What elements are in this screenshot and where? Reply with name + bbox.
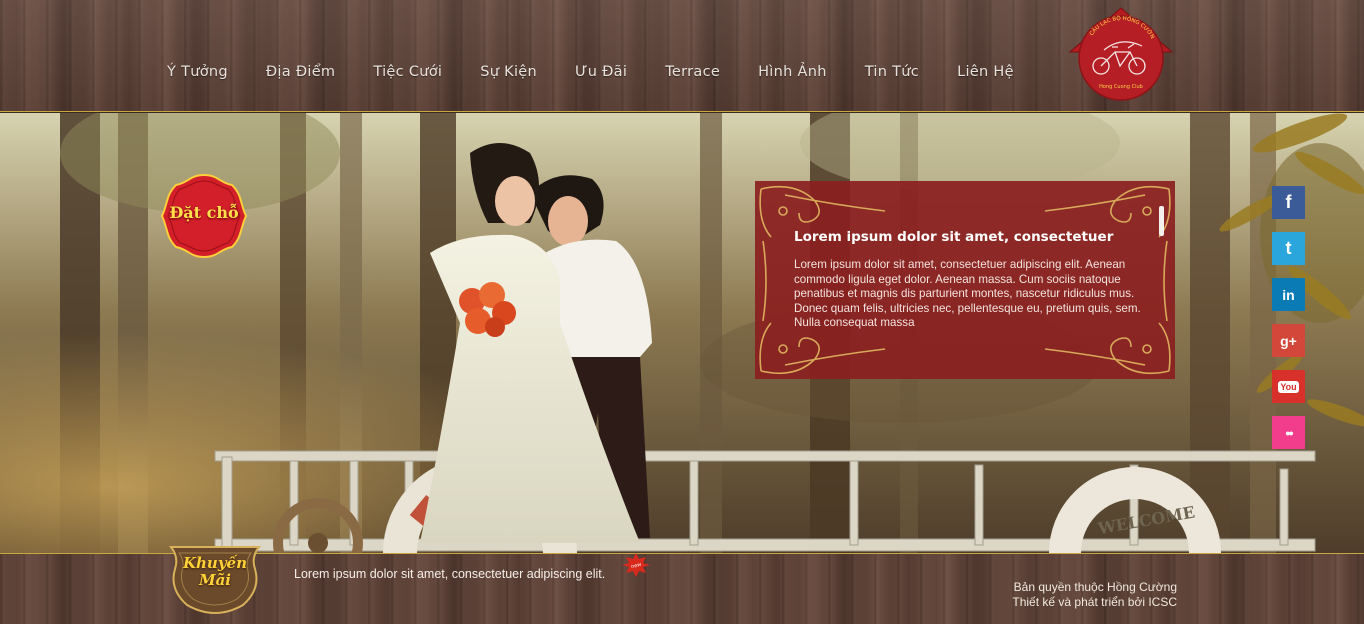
google-plus-button[interactable]: g+ bbox=[1272, 324, 1305, 357]
new-badge-icon: new bbox=[622, 553, 650, 577]
copyright-line: Bản quyền thuộc Hồng Cường bbox=[1013, 580, 1177, 594]
google-plus-icon: g+ bbox=[1280, 332, 1297, 349]
credits-line: Thiết kế và phát triển bởi ICSC bbox=[1012, 595, 1177, 609]
nav-item-9[interactable]: Liên Hệ bbox=[938, 64, 1033, 80]
promo-label-line2: Mãi bbox=[198, 571, 232, 589]
nav-item-3[interactable]: Tiệc Cưới bbox=[354, 64, 461, 80]
linkedin-icon: in bbox=[1282, 286, 1295, 303]
site-logo[interactable]: CÂU LẠC BỘ HỒNG CƯỜNG Hong Cuong Club bbox=[1068, 6, 1174, 102]
nav-item-4[interactable]: Sự Kiện bbox=[461, 64, 556, 80]
nav-item-7[interactable]: Hình Ảnh bbox=[739, 64, 846, 80]
book-now-badge[interactable]: Đặt chỗ bbox=[160, 173, 248, 259]
flickr-icon: ●● bbox=[1285, 427, 1294, 438]
facebook-button[interactable]: f bbox=[1272, 186, 1305, 219]
flickr-button[interactable]: ●● bbox=[1272, 416, 1305, 449]
linkedin-button[interactable]: in bbox=[1272, 278, 1305, 311]
twitter-icon: t bbox=[1285, 238, 1292, 258]
nav-item-8[interactable]: Tin Tức bbox=[846, 64, 938, 80]
info-body: Lorem ipsum dolor sit amet, consectetuer… bbox=[794, 258, 1141, 330]
facebook-icon: f bbox=[1285, 192, 1292, 212]
promotion-badge[interactable]: Khuyến Mãi bbox=[165, 545, 265, 615]
youtube-icon: You bbox=[1278, 380, 1299, 393]
nav-item-1[interactable]: Ý Tưởng bbox=[148, 64, 247, 80]
social-links: f t in g+ You ●● bbox=[1272, 186, 1305, 462]
youtube-button[interactable]: You bbox=[1272, 370, 1305, 403]
nav-item-5[interactable]: Ưu Đãi bbox=[556, 64, 646, 80]
logo-bottom-text: Hong Cuong Club bbox=[1099, 84, 1143, 90]
main-nav: Ý Tưởng Địa Điểm Tiệc Cưới Sự Kiện Ưu Đãi Ter… bbox=[148, 64, 1033, 80]
promotion-text[interactable]: Lorem ipsum dolor sit amet, consectetuer… bbox=[294, 567, 605, 581]
info-scrollbar[interactable] bbox=[1159, 206, 1164, 236]
book-now-label: Đặt chỗ bbox=[169, 203, 239, 222]
copyright-info: Bản quyền thuộc Hồng Cường Thiết kế và p… bbox=[1012, 580, 1177, 610]
info-title: Lorem ipsum dolor sit amet, consectetuer bbox=[794, 229, 1114, 245]
nav-item-6[interactable]: Terrace bbox=[646, 64, 739, 80]
promo-label-line1: Khuyến bbox=[182, 554, 247, 572]
twitter-button[interactable]: t bbox=[1272, 232, 1305, 265]
nav-item-2[interactable]: Địa Điểm bbox=[247, 64, 354, 80]
